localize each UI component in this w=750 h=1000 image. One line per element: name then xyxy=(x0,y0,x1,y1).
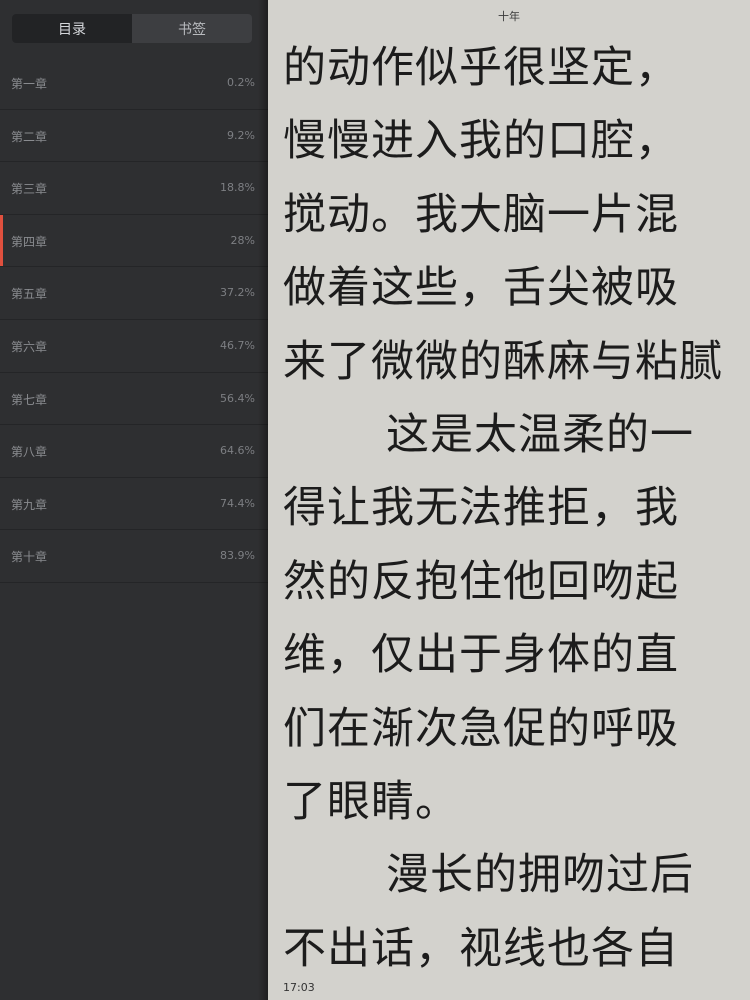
chapter-progress: 56.4% xyxy=(220,391,255,405)
text-line: 维，仅出于身体的直 xyxy=(283,630,679,681)
book-title: 十年 xyxy=(498,10,520,23)
toc-bookmark-segmented-control: 目录 书签 xyxy=(12,14,252,43)
chapter-title: 第六章 xyxy=(11,339,48,354)
chapter-progress: 37.2% xyxy=(220,286,255,300)
chapter-progress: 18.8% xyxy=(220,181,255,195)
page-text: 的动作似乎很坚定， 慢慢进入我的口腔， 搅动。我大脑一片混 做着这些，舌尖被吸 来了微微… xyxy=(283,32,750,986)
chapter-item[interactable]: 第十章 83.9% xyxy=(0,530,268,583)
chapter-title: 第五章 xyxy=(11,287,48,302)
chapter-title: 第七章 xyxy=(11,392,48,407)
text-line: 不出话，视线也各自 xyxy=(283,923,679,974)
chapter-progress: 83.9% xyxy=(220,549,255,563)
chapter-title: 第十章 xyxy=(11,550,48,565)
chapter-progress: 0.2% xyxy=(227,76,255,89)
chapter-item[interactable]: 第二章 9.2% xyxy=(0,110,268,163)
chapter-title: 第二章 xyxy=(11,129,48,144)
chapter-progress: 64.6% xyxy=(220,444,255,458)
tab-contents[interactable]: 目录 xyxy=(12,14,132,43)
text-line: 然的反抱住他回吻起 xyxy=(283,556,679,607)
chapter-item[interactable]: 第九章 74.4% xyxy=(0,478,268,531)
chapter-item[interactable]: 第七章 56.4% xyxy=(0,373,268,426)
clock-time: 17:03 xyxy=(283,981,315,994)
tab-bookmarks[interactable]: 书签 xyxy=(132,14,252,43)
reading-page[interactable]: 十年 的动作似乎很坚定， 慢慢进入我的口腔， 搅动。我大脑一片混 做着这些，舌尖被吸来… xyxy=(268,0,750,1000)
chapter-progress: 28% xyxy=(230,233,255,247)
chapter-title: 第九章 xyxy=(11,497,48,512)
chapter-item[interactable]: 第五章 37.2% xyxy=(0,267,268,320)
text-line: 做着这些，舌尖被吸 xyxy=(283,263,679,314)
chapter-progress: 46.7% xyxy=(220,338,255,352)
chapter-item[interactable]: 第一章 0.2% xyxy=(0,57,268,110)
chapter-item[interactable]: 第四章 28% xyxy=(0,214,268,268)
text-line: 这是太温柔的一 xyxy=(386,409,694,460)
text-line: 的动作似乎很坚定， xyxy=(283,43,679,93)
text-line: 搅动。我大脑一片混 xyxy=(283,189,679,240)
sidebar-edge-shadow xyxy=(258,0,268,1000)
chapter-item[interactable]: 第八章 64.6% xyxy=(0,425,268,478)
text-line: 慢慢进入我的口腔， xyxy=(283,116,679,167)
chapter-list: 第一章 0.2% 第二章 9.2% 第三章 18.8% 第四章 28% 第五章 37.2% 第六章 4… xyxy=(0,57,268,583)
chapter-title: 第四章 xyxy=(11,234,48,249)
chapter-progress: 9.2% xyxy=(227,128,255,142)
table-of-contents-sidebar: 目录 书签 第一章 0.2% 第二章 9.2% 第三章 18.8% 第四章 28% 第五章 37.… xyxy=(0,0,268,1000)
chapter-progress: 74.4% xyxy=(220,496,255,510)
chapter-title: 第一章 xyxy=(11,77,48,91)
chapter-item[interactable]: 第六章 46.7% xyxy=(0,320,268,373)
text-line: 了眼睛。 xyxy=(283,776,459,827)
text-line: 漫长的拥吻过后 xyxy=(386,850,694,901)
chapter-title: 第三章 xyxy=(11,182,48,197)
text-line: 来了微微的酥麻与粘腻 xyxy=(283,336,723,387)
chapter-title: 第八章 xyxy=(11,445,48,460)
text-line: 们在渐次急促的呼吸 xyxy=(283,703,679,754)
chapter-item[interactable]: 第三章 18.8% xyxy=(0,162,268,215)
text-line: 得让我无法推拒，我 xyxy=(283,483,679,534)
